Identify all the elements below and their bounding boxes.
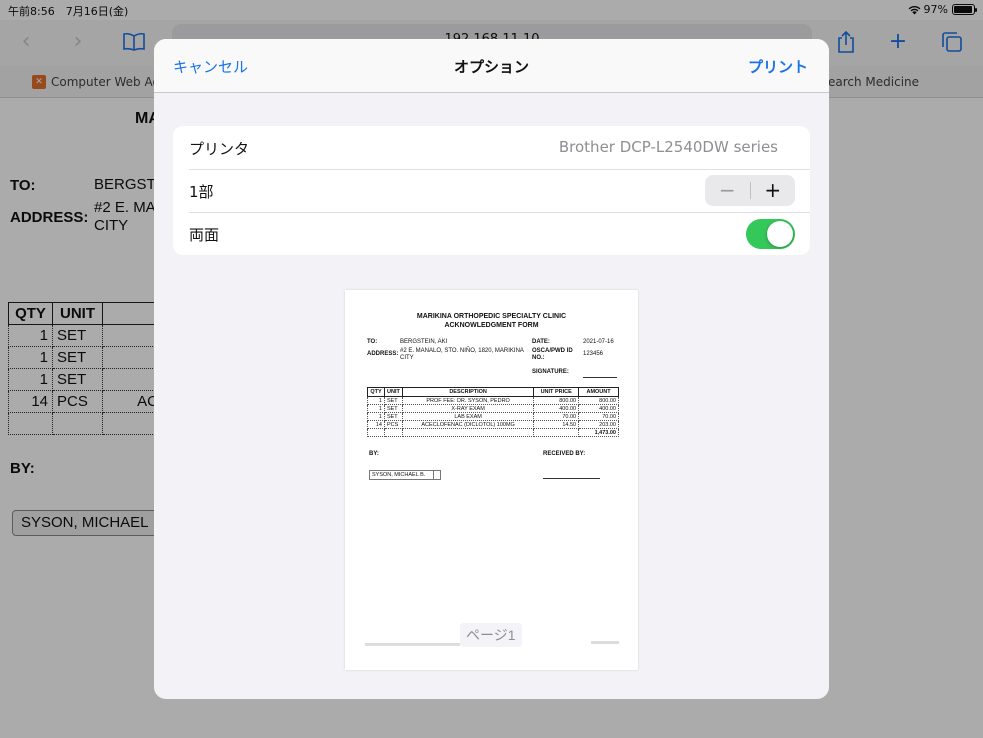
preview-items-table: QTY UNIT DESCRIPTION UNIT PRICE AMOUNT 1… [367, 387, 619, 437]
copies-label: 1部 [189, 183, 214, 201]
duplex-label: 両面 [189, 226, 220, 244]
table-row: 1,473.00 [367, 428, 619, 437]
preview-osca-label-1: OSCA/PWD ID [532, 348, 573, 354]
preview-date-value: 2021-07-16 [583, 339, 614, 345]
table-row: 1 SET PROF FEE: DR. SYSON, PEDRO 800.00 … [367, 396, 619, 405]
table-row: 1 SET X-RAY EXAM 400.00 400.00 [367, 404, 619, 413]
sheet-title: オプション [453, 58, 529, 76]
table-row: 14 PCS ACECLOFENAC (DICLOTOL) 100MG 14.5… [367, 420, 619, 429]
preview-signature-line [583, 377, 617, 378]
preview-address-label: ADDRESS: [367, 351, 399, 357]
print-options-sheet: キャンセル オプション プリント プリンタ Brother DCP-L2540D… [154, 39, 829, 699]
printer-label: プリンタ [189, 140, 250, 158]
preview-total: 1,473.00 [578, 428, 619, 437]
printer-value: Brother DCP-L2540DW series [558, 138, 778, 156]
table-row: 1 SET LAB EXAM 70.00 70.00 [367, 412, 619, 421]
preview-footer-date [591, 641, 619, 644]
preview-address-line1: #2 E. MANALO, STO. NIÑO, 1820, MARIKINA [400, 348, 524, 354]
decrement-button[interactable]: − [705, 175, 750, 206]
copies-stepper: − + [705, 175, 795, 206]
print-options-group: プリンタ Brother DCP-L2540DW series 1部 − + 両… [173, 126, 810, 255]
page-preview[interactable]: MARIKINA ORTHOPEDIC SPECIALTY CLINIC ACK… [345, 290, 638, 670]
toggle-knob [767, 221, 793, 247]
printer-row[interactable]: プリンタ Brother DCP-L2540DW series [173, 126, 810, 169]
preview-received-line [543, 478, 600, 479]
preview-title: MARIKINA ORTHOPEDIC SPECIALTY CLINIC ACK… [416, 313, 567, 329]
preview-signature-label: SIGNATURE: [532, 369, 569, 375]
preview-to-label: TO: [367, 339, 378, 345]
preview-date-label: DATE: [532, 339, 550, 345]
preview-footer-url [365, 643, 460, 646]
page-number-label: ページ1 [460, 623, 522, 647]
preview-osca-label-2: NO.: [532, 355, 545, 361]
duplex-toggle[interactable] [746, 219, 795, 249]
preview-received-label: RECEIVED BY: [543, 451, 586, 457]
sheet-header: キャンセル オプション プリント [154, 39, 829, 93]
preview-osca-value: 123456 [583, 351, 604, 357]
preview-to-value: BERGSTEIN, AKI [400, 339, 448, 345]
preview-signer-field: SYSON, MICHAEL B. [369, 470, 441, 480]
duplex-row: 両面 [173, 212, 810, 255]
increment-button[interactable]: + [750, 175, 795, 206]
copies-row: 1部 − + [173, 169, 810, 212]
preview-address-line2: CITY [400, 355, 414, 361]
preview-by-label: BY: [369, 451, 379, 457]
print-button[interactable]: プリント [748, 56, 808, 77]
